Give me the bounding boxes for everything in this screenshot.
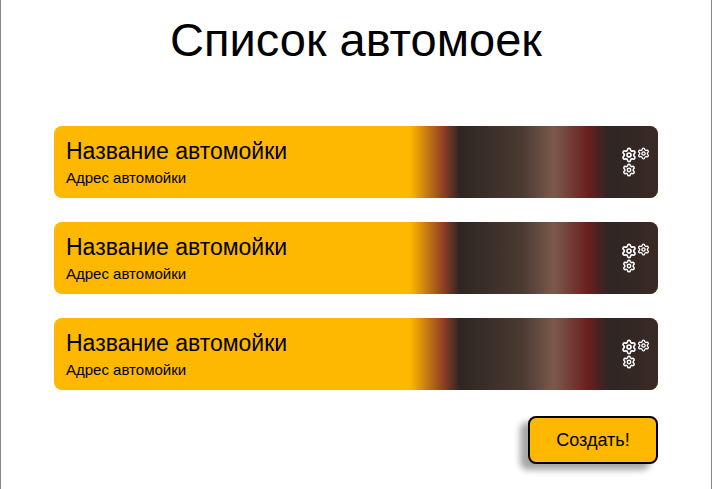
gears-icon [621,243,650,273]
carwash-card[interactable]: Название автомойки Адрес автомойки [54,318,658,390]
carwash-address: Адрес автомойки [66,265,410,283]
carwash-photo [410,318,658,390]
create-button[interactable]: Создать! [528,416,658,464]
carwash-name: Название автомойки [66,233,410,261]
carwash-address: Адрес автомойки [66,361,410,379]
gears-icon [621,147,650,177]
carwash-info: Название автомойки Адрес автомойки [54,126,410,198]
carwash-photo [410,126,658,198]
carwash-card[interactable]: Название автомойки Адрес автомойки [54,126,658,198]
gears-icon [621,339,650,369]
app: Список автомоек Название автомойки Адрес а… [0,0,712,489]
carwash-name: Название автомойки [66,137,410,165]
carwash-address: Адрес автомойки [66,169,410,187]
carwash-photo [410,222,658,294]
page-title: Список автомоек [1,0,711,68]
carwash-card[interactable]: Название автомойки Адрес автомойки [54,222,658,294]
carwash-list: Название автомойкиАдрес автомойкиНазвани… [1,126,711,390]
carwash-info: Название автомойки Адрес автомойки [54,318,410,390]
carwash-info: Название автомойки Адрес автомойки [54,222,410,294]
carwash-name: Название автомойки [66,329,410,357]
actions: Создать! [1,416,711,464]
